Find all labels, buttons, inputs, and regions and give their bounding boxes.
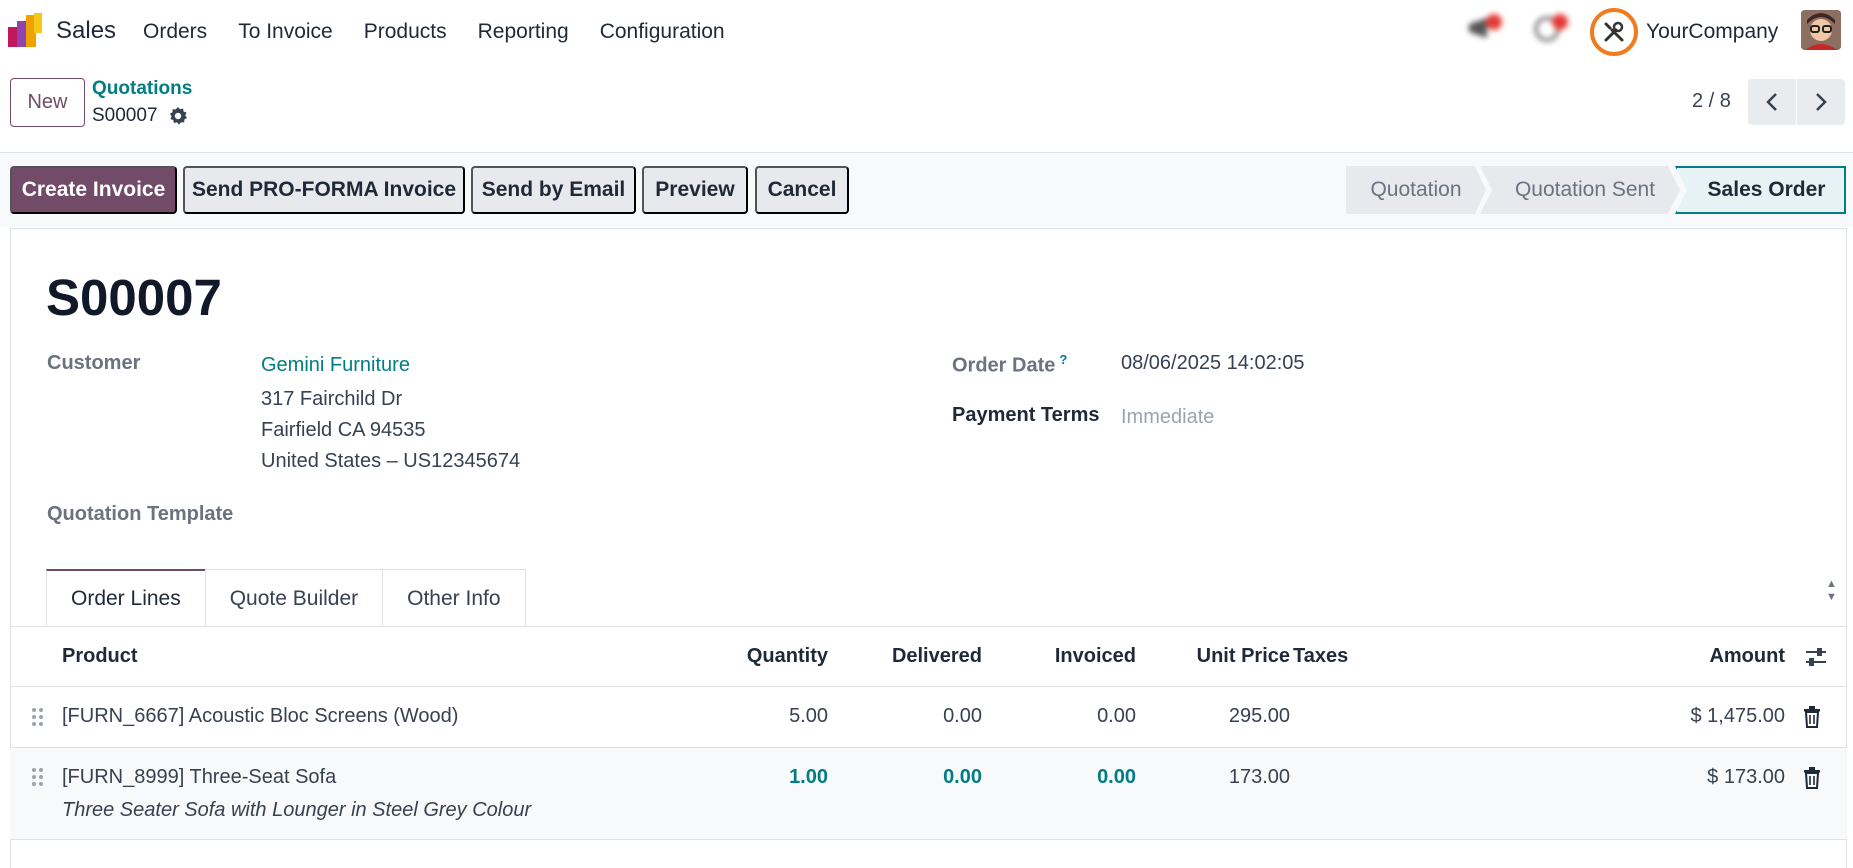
- help-tooltip-icon[interactable]: ?: [1059, 352, 1067, 367]
- scroll-down-icon[interactable]: ▼: [1826, 591, 1837, 604]
- stage-quotation-sent[interactable]: Quotation Sent: [1480, 166, 1680, 214]
- address-line-3: United States – US12345674: [261, 450, 521, 472]
- menu-to-invoice[interactable]: To Invoice: [238, 20, 333, 44]
- cell-delivered[interactable]: 0.00: [943, 705, 982, 728]
- cell-amount: $ 173.00: [1707, 766, 1785, 788]
- cell-product[interactable]: [FURN_6667] Acoustic Bloc Screens (Wood): [62, 705, 458, 728]
- col-quantity[interactable]: Quantity: [747, 645, 828, 668]
- col-invoiced[interactable]: Invoiced: [1055, 645, 1136, 668]
- send-proforma-invoice-button[interactable]: Send PRO-FORMA Invoice: [183, 166, 465, 214]
- new-button[interactable]: New: [10, 78, 85, 127]
- scroll-up-icon[interactable]: ▲: [1826, 578, 1837, 591]
- col-unit-price[interactable]: Unit Price: [1197, 645, 1290, 668]
- sales-app-icon[interactable]: [8, 13, 44, 47]
- cell-invoiced[interactable]: 0.00: [1097, 766, 1136, 789]
- cell-unit-price[interactable]: 295.00: [1229, 705, 1290, 728]
- address-line-1: 317 Fairchild Dr: [261, 388, 403, 410]
- send-by-email-button[interactable]: Send by Email: [471, 166, 636, 214]
- activity-clock-icon[interactable]: [1533, 14, 1569, 42]
- customer-label: Customer: [47, 352, 141, 374]
- order-lines-header: Product Quantity Delivered Invoiced Unit…: [10, 627, 1847, 687]
- cell-unit-price[interactable]: 173.00: [1229, 766, 1290, 789]
- cell-amount: $ 1,475.00: [1690, 705, 1785, 727]
- payment-terms-label: Payment Terms: [952, 404, 1100, 426]
- chevron-left-icon: [1766, 93, 1777, 111]
- tab-order-lines[interactable]: Order Lines: [46, 569, 206, 627]
- company-switcher[interactable]: YourCompany: [1646, 20, 1778, 44]
- order-date-field[interactable]: 08/06/2025 14:02:05: [1121, 352, 1305, 375]
- drag-handle-icon[interactable]: [30, 706, 46, 728]
- gear-icon[interactable]: [168, 106, 188, 126]
- pager-previous-button[interactable]: [1748, 79, 1796, 125]
- col-taxes[interactable]: Taxes: [1293, 645, 1348, 668]
- address-line-2: Fairfield CA 94535: [261, 419, 426, 441]
- order-date-label: Order Date?: [952, 352, 1067, 378]
- messaging-icon[interactable]: [1467, 14, 1503, 42]
- chevron-right-icon: [1816, 93, 1827, 111]
- scrollbar[interactable]: ▲ ▼: [1826, 578, 1837, 604]
- cell-delivered[interactable]: 0.00: [943, 766, 982, 789]
- quotation-template-label: Quotation Template: [47, 503, 234, 525]
- pager-next-button[interactable]: [1797, 79, 1845, 125]
- table-row[interactable]: [FURN_8999] Three-Seat Sofa Three Seater…: [10, 748, 1847, 840]
- tab-other-info[interactable]: Other Info: [382, 569, 526, 627]
- table-row[interactable]: [FURN_6667] Acoustic Bloc Screens (Wood)…: [10, 687, 1847, 748]
- pager-value[interactable]: 2 / 8: [1692, 90, 1731, 113]
- breadcrumb-quotations[interactable]: Quotations: [92, 78, 192, 100]
- top-navbar: Sales Orders To Invoice Products Reporti…: [0, 0, 1853, 64]
- app-name[interactable]: Sales: [56, 17, 116, 45]
- cancel-button[interactable]: Cancel: [755, 166, 849, 214]
- user-avatar[interactable]: [1801, 10, 1841, 50]
- breadcrumb-current-record: S00007: [92, 105, 158, 126]
- menu-products[interactable]: Products: [364, 20, 447, 44]
- customer-link[interactable]: Gemini Furniture: [261, 354, 410, 377]
- col-product[interactable]: Product: [62, 645, 138, 668]
- drag-handle-icon[interactable]: [30, 766, 46, 788]
- menu-orders[interactable]: Orders: [143, 20, 207, 44]
- column-settings-icon[interactable]: [1805, 647, 1827, 667]
- preview-button[interactable]: Preview: [642, 166, 748, 214]
- col-amount[interactable]: Amount: [1709, 645, 1785, 668]
- order-date-label-text: Order Date: [952, 354, 1056, 377]
- cell-quantity[interactable]: 1.00: [789, 766, 828, 789]
- trash-icon[interactable]: [1803, 706, 1821, 728]
- payment-terms-field[interactable]: Immediate: [1121, 406, 1214, 429]
- trash-icon[interactable]: [1803, 767, 1821, 789]
- cell-quantity[interactable]: 5.00: [789, 705, 828, 728]
- create-invoice-button[interactable]: Create Invoice: [10, 166, 177, 214]
- col-delivered[interactable]: Delivered: [892, 645, 982, 668]
- order-title: S00007: [46, 269, 222, 326]
- wrench-screwdriver-icon: [1604, 21, 1624, 42]
- notebook-tabs: Order Lines Quote Builder Other Info: [46, 569, 526, 627]
- stage-quotation[interactable]: Quotation: [1346, 166, 1486, 214]
- tab-quote-builder[interactable]: Quote Builder: [204, 569, 384, 627]
- menu-configuration[interactable]: Configuration: [600, 20, 725, 44]
- cell-description[interactable]: Three Seater Sofa with Lounger in Steel …: [62, 799, 531, 822]
- avatar-image: [1801, 10, 1841, 50]
- cell-invoiced[interactable]: 0.00: [1097, 705, 1136, 728]
- stage-sales-order[interactable]: Sales Order: [1675, 166, 1846, 214]
- menu-reporting[interactable]: Reporting: [478, 20, 569, 44]
- cell-product[interactable]: [FURN_8999] Three-Seat Sofa: [62, 766, 336, 789]
- debug-tools-icon[interactable]: [1590, 8, 1638, 56]
- main-menu: Orders To Invoice Products Reporting Con…: [143, 20, 756, 44]
